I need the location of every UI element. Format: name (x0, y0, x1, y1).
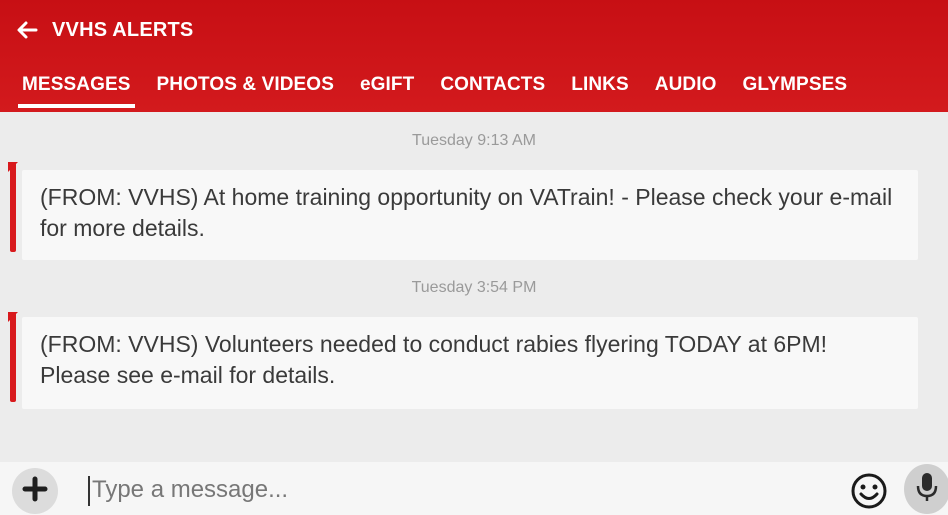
compose-bar (0, 462, 948, 515)
message-input[interactable] (90, 472, 794, 508)
back-arrow-icon[interactable] (16, 19, 38, 41)
message-text: (FROM: VVHS) At home training opportunit… (40, 184, 893, 241)
tab-links[interactable]: LINKS (571, 62, 629, 108)
app-bar: VVHS ALERTS MESSAGES PHOTOS & VIDEOS eGI… (0, 0, 948, 112)
tab-messages[interactable]: MESSAGES (18, 62, 134, 108)
tab-photos-videos[interactable]: PHOTOS & VIDEOS (157, 62, 334, 108)
plus-icon (22, 476, 48, 507)
bubble-tail (8, 312, 18, 402)
header-row: VVHS ALERTS (16, 14, 193, 46)
tab-label: AUDIO (654, 74, 717, 95)
tab-label: LINKS (571, 74, 629, 95)
tab-egift[interactable]: eGIFT (360, 62, 414, 108)
timestamp: Tuesday 9:13 AM (412, 132, 536, 149)
message-bubble[interactable]: (FROM: VVHS) Volunteers needed to conduc… (22, 317, 918, 409)
message-bubble[interactable]: (FROM: VVHS) At home training opportunit… (22, 170, 918, 260)
smiley-icon[interactable] (850, 472, 888, 510)
tab-contacts[interactable]: CONTACTS (440, 62, 545, 108)
timestamp: Tuesday 3:54 PM (411, 279, 537, 296)
tab-label: GLYMPSES (742, 74, 848, 95)
message-list[interactable]: Tuesday 9:13 AM (FROM: VVHS) At home tra… (0, 112, 948, 462)
microphone-button[interactable] (904, 464, 948, 514)
add-attachment-button[interactable] (12, 468, 58, 514)
tab-label: eGIFT (359, 74, 415, 95)
bubble-tail (8, 162, 18, 252)
message-text: (FROM: VVHS) Volunteers needed to conduc… (40, 331, 828, 388)
tab-bar: MESSAGES PHOTOS & VIDEOS eGIFT CONTACTS … (0, 62, 948, 108)
tab-label: MESSAGES (22, 74, 131, 95)
tab-audio[interactable]: AUDIO (655, 62, 717, 108)
tab-label: CONTACTS (440, 74, 546, 95)
tab-label: PHOTOS & VIDEOS (156, 74, 334, 95)
tab-glympses[interactable]: GLYMPSES (743, 62, 848, 108)
microphone-icon (915, 471, 939, 508)
page-title: VVHS ALERTS (52, 18, 194, 41)
